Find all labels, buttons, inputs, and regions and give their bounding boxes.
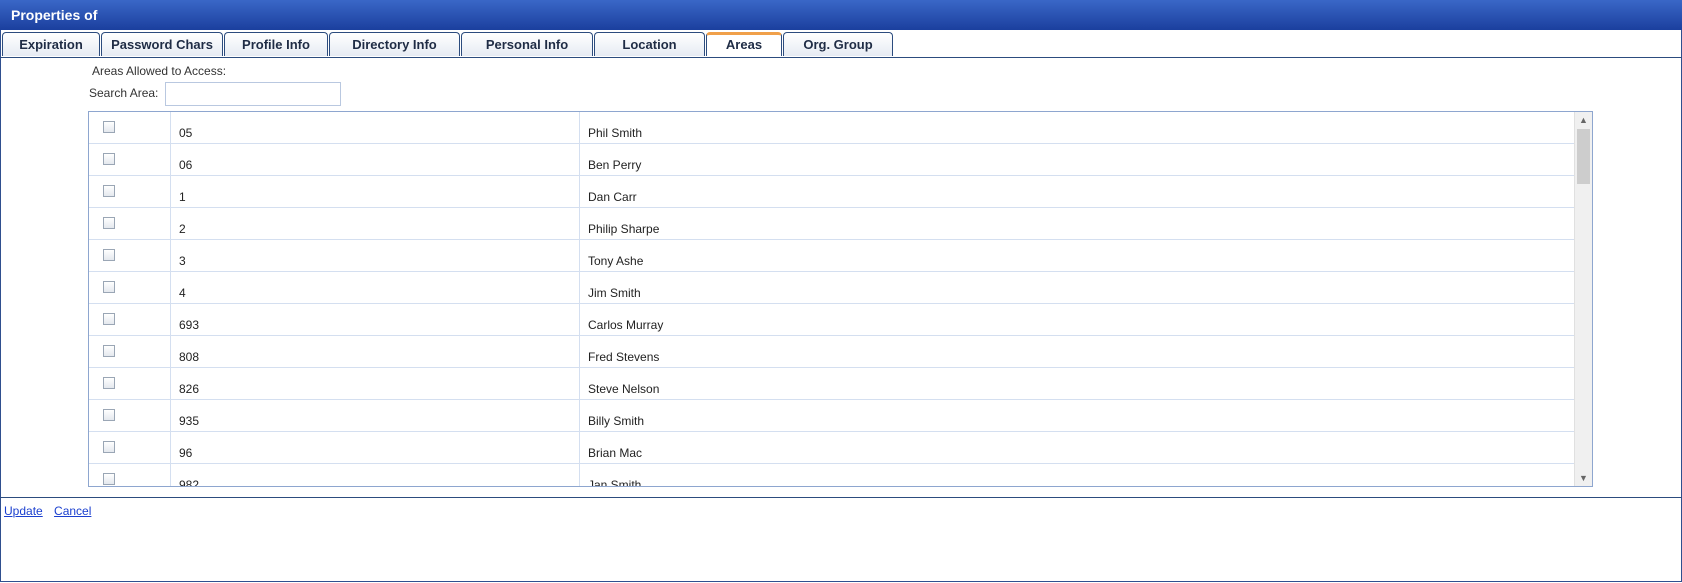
row-checkbox[interactable] [103,441,115,453]
tab-org-group[interactable]: Org. Group [783,32,893,56]
footer-divider [0,497,1682,498]
row-checkbox[interactable] [103,377,115,389]
tab-directory-info[interactable]: Directory Info [329,32,460,56]
cancel-link[interactable]: Cancel [54,504,91,518]
area-name-cell: Ben Perry [588,158,642,172]
area-name-cell: Steve Nelson [588,382,660,396]
scroll-up-arrow-icon[interactable]: ▲ [1575,112,1592,128]
checkbox-cell [89,464,171,486]
area-code-cell: 808 [171,336,580,367]
table-row[interactable]: 935 Billy Smith [89,400,1575,432]
checkbox-cell [89,112,171,143]
row-checkbox[interactable] [103,409,115,421]
tab-expiration[interactable]: Expiration [2,32,100,56]
table-row[interactable]: 808 Fred Stevens [89,336,1575,368]
table-row[interactable]: 1 Dan Carr [89,176,1575,208]
footer-links: Update Cancel [4,504,99,518]
area-code-cell: 96 [171,432,580,463]
window-title: Properties of [11,7,98,23]
area-name-cell: Fred Stevens [588,350,660,364]
area-code-cell: 1 [171,176,580,207]
tab-location[interactable]: Location [594,32,705,56]
row-checkbox[interactable] [103,249,115,261]
vertical-scrollbar[interactable]: ▲ ▼ [1574,112,1592,486]
title-bar: Properties of [0,0,1682,30]
checkbox-cell [89,144,171,175]
checkbox-cell [89,368,171,399]
area-code-cell: 06 [171,144,580,175]
table-row[interactable]: 96 Brian Mac [89,432,1575,464]
tab-profile-info[interactable]: Profile Info [224,32,328,56]
row-checkbox[interactable] [103,281,115,293]
update-link[interactable]: Update [4,504,43,518]
row-checkbox[interactable] [103,217,115,229]
scroll-down-arrow-icon[interactable]: ▼ [1575,470,1592,486]
checkbox-cell [89,336,171,367]
area-code-cell: 3 [171,240,580,271]
areas-grid-rows: 05 Phil Smith 06 Ben Perry 1 Dan Carr 2 Philip … [89,112,1575,487]
row-checkbox[interactable] [103,345,115,357]
tab-personal-info[interactable]: Personal Info [461,32,593,56]
checkbox-cell [89,208,171,239]
area-code-cell: 982 [171,464,580,486]
area-code-cell: 693 [171,304,580,335]
table-row[interactable]: 3 Tony Ashe [89,240,1575,272]
table-row[interactable]: 06 Ben Perry [89,144,1575,176]
row-checkbox[interactable] [103,473,115,485]
area-code-cell: 826 [171,368,580,399]
area-name-cell: Phil Smith [588,126,643,140]
row-checkbox[interactable] [103,121,115,133]
area-name-cell: Billy Smith [588,414,645,428]
row-checkbox[interactable] [103,153,115,165]
search-area-label: Search Area: [89,86,159,100]
row-checkbox[interactable] [103,313,115,325]
table-row[interactable]: 693 Carlos Murray [89,304,1575,336]
checkbox-cell [89,240,171,271]
area-name-cell: Dan Carr [588,190,637,204]
checkbox-cell [89,272,171,303]
table-row[interactable]: 05 Phil Smith [89,112,1575,144]
table-row[interactable]: 982 Jan Smith [89,464,1575,487]
area-code-cell: 935 [171,400,580,431]
areas-grid: 05 Phil Smith 06 Ben Perry 1 Dan Carr 2 Philip … [88,111,1593,487]
area-name-cell: Tony Ashe [588,254,644,268]
table-row[interactable]: 4 Jim Smith [89,272,1575,304]
area-name-cell: Jim Smith [588,286,641,300]
tab-divider [0,57,1682,58]
tab-areas[interactable]: Areas [706,32,782,56]
area-name-cell: Carlos Murray [588,318,664,332]
area-name-cell: Philip Sharpe [588,222,660,236]
area-name-cell: Jan Smith [588,478,642,487]
search-area-input[interactable] [165,82,341,106]
area-code-cell: 2 [171,208,580,239]
table-row[interactable]: 2 Philip Sharpe [89,208,1575,240]
tab-strip: Expiration Password Chars Profile Info D… [2,32,894,58]
checkbox-cell [89,400,171,431]
checkbox-cell [89,304,171,335]
scrollbar-thumb[interactable] [1577,129,1590,184]
checkbox-cell [89,432,171,463]
row-checkbox[interactable] [103,185,115,197]
area-name-cell: Brian Mac [588,446,643,460]
table-row[interactable]: 826 Steve Nelson [89,368,1575,400]
areas-allowed-label: Areas Allowed to Access: [92,64,227,78]
area-code-cell: 05 [171,112,580,143]
tab-password-chars[interactable]: Password Chars [101,32,223,56]
area-code-cell: 4 [171,272,580,303]
checkbox-cell [89,176,171,207]
